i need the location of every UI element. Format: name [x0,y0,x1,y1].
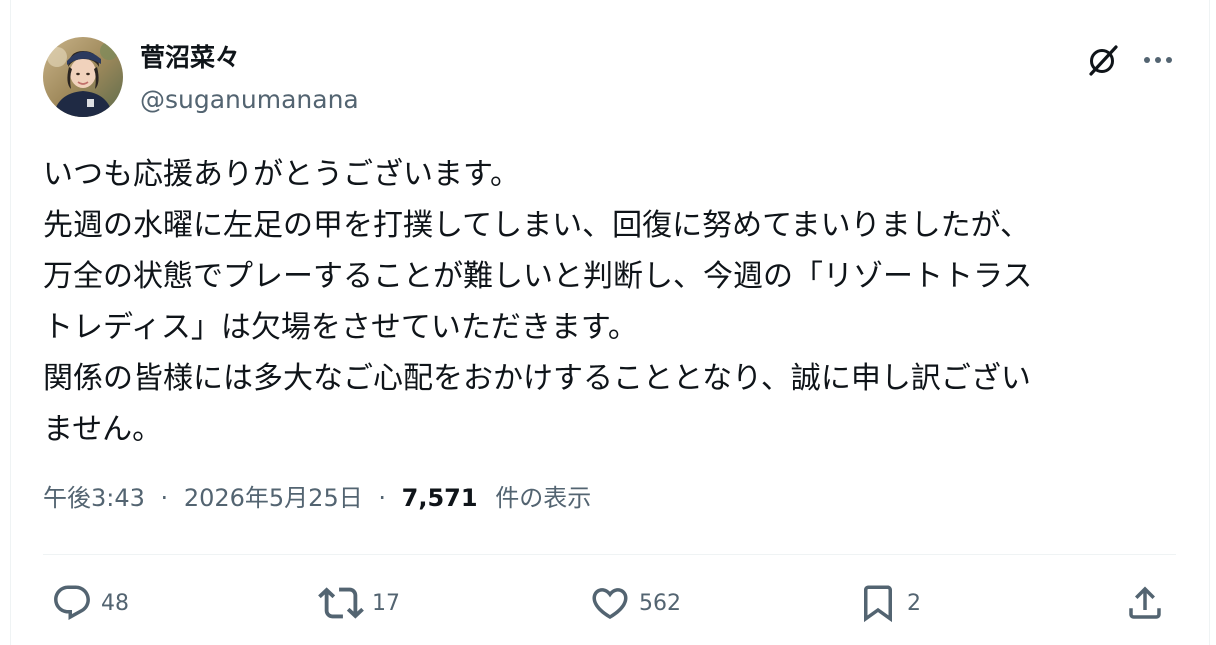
avatar[interactable] [43,37,123,117]
tweet-text-line: 万全の状態でプレーすることが難しいと判断し、今週の「リゾートトラス [43,259,1033,294]
avatar-image [43,37,123,117]
bookmark-button[interactable]: 2 [857,578,921,628]
author-handle[interactable]: @suganumanana [140,84,359,116]
meta-separator: · [378,484,386,512]
author-display-name[interactable]: 菅沼菜々 [140,41,240,75]
tweet-text-line: 関係の皆様には多大なご心配をおかけすることとなり、誠に申し訳ござい [43,361,1031,396]
views-label[interactable]: 件の表示 [495,484,591,512]
reply-icon [51,582,93,624]
like-count: 562 [639,590,681,616]
tweet-meta: 午後3:43 · 2026年5月25日 · 7,571 件の表示 [43,480,591,516]
meta-separator: · [160,484,169,512]
like-button[interactable]: 562 [589,578,681,628]
tweet-text-line: トレディス」は欠場をさせていただきます。 [43,310,638,345]
tweet-text-line: ません。 [43,412,163,447]
repost-button[interactable]: 17 [318,578,400,628]
divider [43,554,1176,555]
share-button[interactable] [1124,578,1166,628]
grok-icon [1086,43,1120,77]
share-icon [1124,582,1166,624]
tweet-time[interactable]: 午後3:43 [43,484,145,512]
tweet-text-line: 先週の水曜に左足の甲を打撲してしまい、回復に努めてまいりましたが、 [43,208,1030,243]
tweet-text-line: いつも応援ありがとうございます。 [43,157,520,192]
grok-button[interactable] [1083,40,1123,80]
repost-icon [318,580,364,626]
bookmark-count: 2 [907,590,921,616]
reply-button[interactable]: 48 [51,578,129,628]
more-icon [1142,55,1174,65]
reply-count: 48 [101,590,129,616]
views-count[interactable]: 7,571 [402,484,478,512]
tweet-date[interactable]: 2026年5月25日 [184,484,363,512]
more-options-button[interactable] [1138,40,1178,80]
repost-count: 17 [372,590,400,616]
tweet-text: いつも応援ありがとうございます。 先週の水曜に左足の甲を打撲してしまい、回復に努… [43,149,1183,455]
bookmark-icon [857,582,899,624]
like-icon [589,582,631,624]
